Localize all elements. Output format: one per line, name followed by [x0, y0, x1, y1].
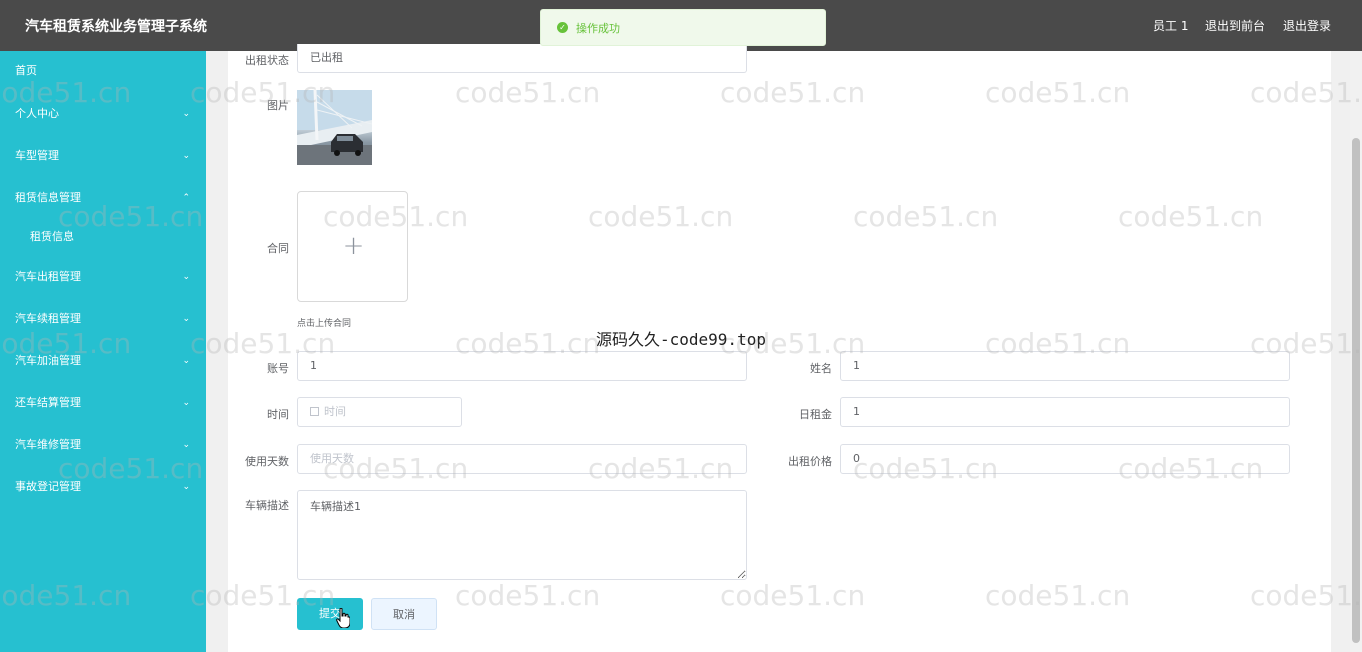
chevron-down-icon: ⌄ — [182, 398, 190, 408]
name-label: 姓名 — [810, 362, 832, 375]
chevron-down-icon: ⌄ — [182, 272, 190, 282]
toast-message: 操作成功 — [576, 21, 620, 35]
image-label: 图片 — [267, 99, 289, 112]
sidebar-menu: 首页 个人中心 ⌄ 车型管理 ⌄ 租赁信息管理 ⌃ 租赁信息 汽车出租管理 ⌄ … — [0, 51, 206, 652]
time-picker[interactable]: 时间 — [297, 397, 462, 427]
daily-rent-label: 日租金 — [799, 408, 832, 421]
sidebar-item-car-models[interactable]: 车型管理 ⌄ — [0, 144, 206, 168]
name-input[interactable]: 1 — [840, 351, 1290, 381]
sidebar-item-label: 汽车续租管理 — [15, 312, 81, 325]
check-circle-icon: ✓ — [557, 22, 568, 33]
chevron-down-icon: ⌄ — [182, 482, 190, 492]
sidebar-item-return-settlement[interactable]: 还车结算管理 ⌄ — [0, 391, 206, 415]
current-user[interactable]: 员工 1 — [1153, 17, 1188, 34]
contract-label: 合同 — [267, 242, 289, 255]
sidebar-item-car-rental[interactable]: 汽车出租管理 ⌄ — [0, 265, 206, 289]
status-field[interactable]: 已出租 — [297, 44, 747, 73]
time-placeholder: 时间 — [324, 405, 346, 418]
car-photo-image — [297, 90, 372, 165]
sidebar-item-label: 汽车维修管理 — [15, 438, 81, 451]
account-label: 账号 — [267, 362, 289, 375]
logout-link[interactable]: 退出登录 — [1283, 17, 1331, 34]
sidebar-item-label: 租赁信息管理 — [15, 191, 81, 204]
sidebar-item-label: 个人中心 — [15, 107, 59, 120]
price-input[interactable]: 0 — [840, 444, 1290, 474]
center-watermark: 源码久久-code99.top — [596, 330, 766, 349]
status-label: 出租状态 — [245, 54, 289, 67]
sidebar-item-repair[interactable]: 汽车维修管理 ⌄ — [0, 433, 206, 457]
sidebar-item-home[interactable]: 首页 — [0, 59, 206, 83]
contract-upload[interactable]: + — [297, 191, 408, 302]
sidebar-item-rental-info[interactable]: 租赁信息 — [0, 225, 206, 249]
exit-to-front-link[interactable]: 退出到前台 — [1205, 17, 1265, 34]
success-toast: ✓ 操作成功 — [540, 9, 826, 46]
calendar-icon — [310, 407, 319, 416]
chevron-down-icon: ⌄ — [182, 314, 190, 324]
description-textarea[interactable]: 车辆描述1 — [297, 490, 747, 580]
plus-icon: + — [342, 231, 365, 261]
upload-hint: 点击上传合同 — [297, 319, 352, 329]
sidebar-item-rental-renewal[interactable]: 汽车续租管理 ⌄ — [0, 307, 206, 331]
vertical-scrollbar[interactable] — [1350, 51, 1362, 652]
sidebar-item-label: 事故登记管理 — [15, 480, 81, 493]
sidebar-item-refuel[interactable]: 汽车加油管理 ⌄ — [0, 349, 206, 373]
chevron-down-icon: ⌄ — [182, 356, 190, 366]
sidebar-item-label: 汽车加油管理 — [15, 354, 81, 367]
sidebar-item-label: 首页 — [15, 64, 37, 77]
days-label: 使用天数 — [245, 455, 289, 468]
sidebar-item-label: 租赁信息 — [30, 230, 74, 243]
days-input[interactable]: 使用天数 — [297, 444, 747, 474]
time-label: 时间 — [267, 408, 289, 421]
chevron-down-icon: ⌄ — [182, 151, 190, 161]
sidebar-item-personal-center[interactable]: 个人中心 ⌄ — [0, 102, 206, 126]
account-input[interactable]: 1 — [297, 351, 747, 381]
sidebar-item-label: 车型管理 — [15, 149, 59, 162]
daily-rent-input[interactable]: 1 — [840, 397, 1290, 427]
hand-cursor-icon — [336, 608, 350, 628]
scrollbar-thumb[interactable] — [1352, 138, 1360, 643]
sidebar-item-label: 还车结算管理 — [15, 396, 81, 409]
chevron-down-icon: ⌄ — [182, 109, 190, 119]
sidebar-item-label: 汽车出租管理 — [15, 270, 81, 283]
cancel-button[interactable]: 取消 — [371, 598, 437, 630]
chevron-up-icon: ⌃ — [182, 193, 190, 203]
app-title: 汽车租赁系统业务管理子系统 — [25, 19, 207, 35]
price-label: 出租价格 — [788, 455, 832, 468]
chevron-down-icon: ⌄ — [182, 440, 190, 450]
sidebar-item-rental-info-mgmt[interactable]: 租赁信息管理 ⌃ — [0, 186, 206, 210]
description-label: 车辆描述 — [245, 499, 289, 512]
submit-button[interactable]: 提交 — [297, 598, 363, 630]
sidebar-item-accident[interactable]: 事故登记管理 ⌄ — [0, 475, 206, 499]
car-photo — [297, 90, 372, 165]
